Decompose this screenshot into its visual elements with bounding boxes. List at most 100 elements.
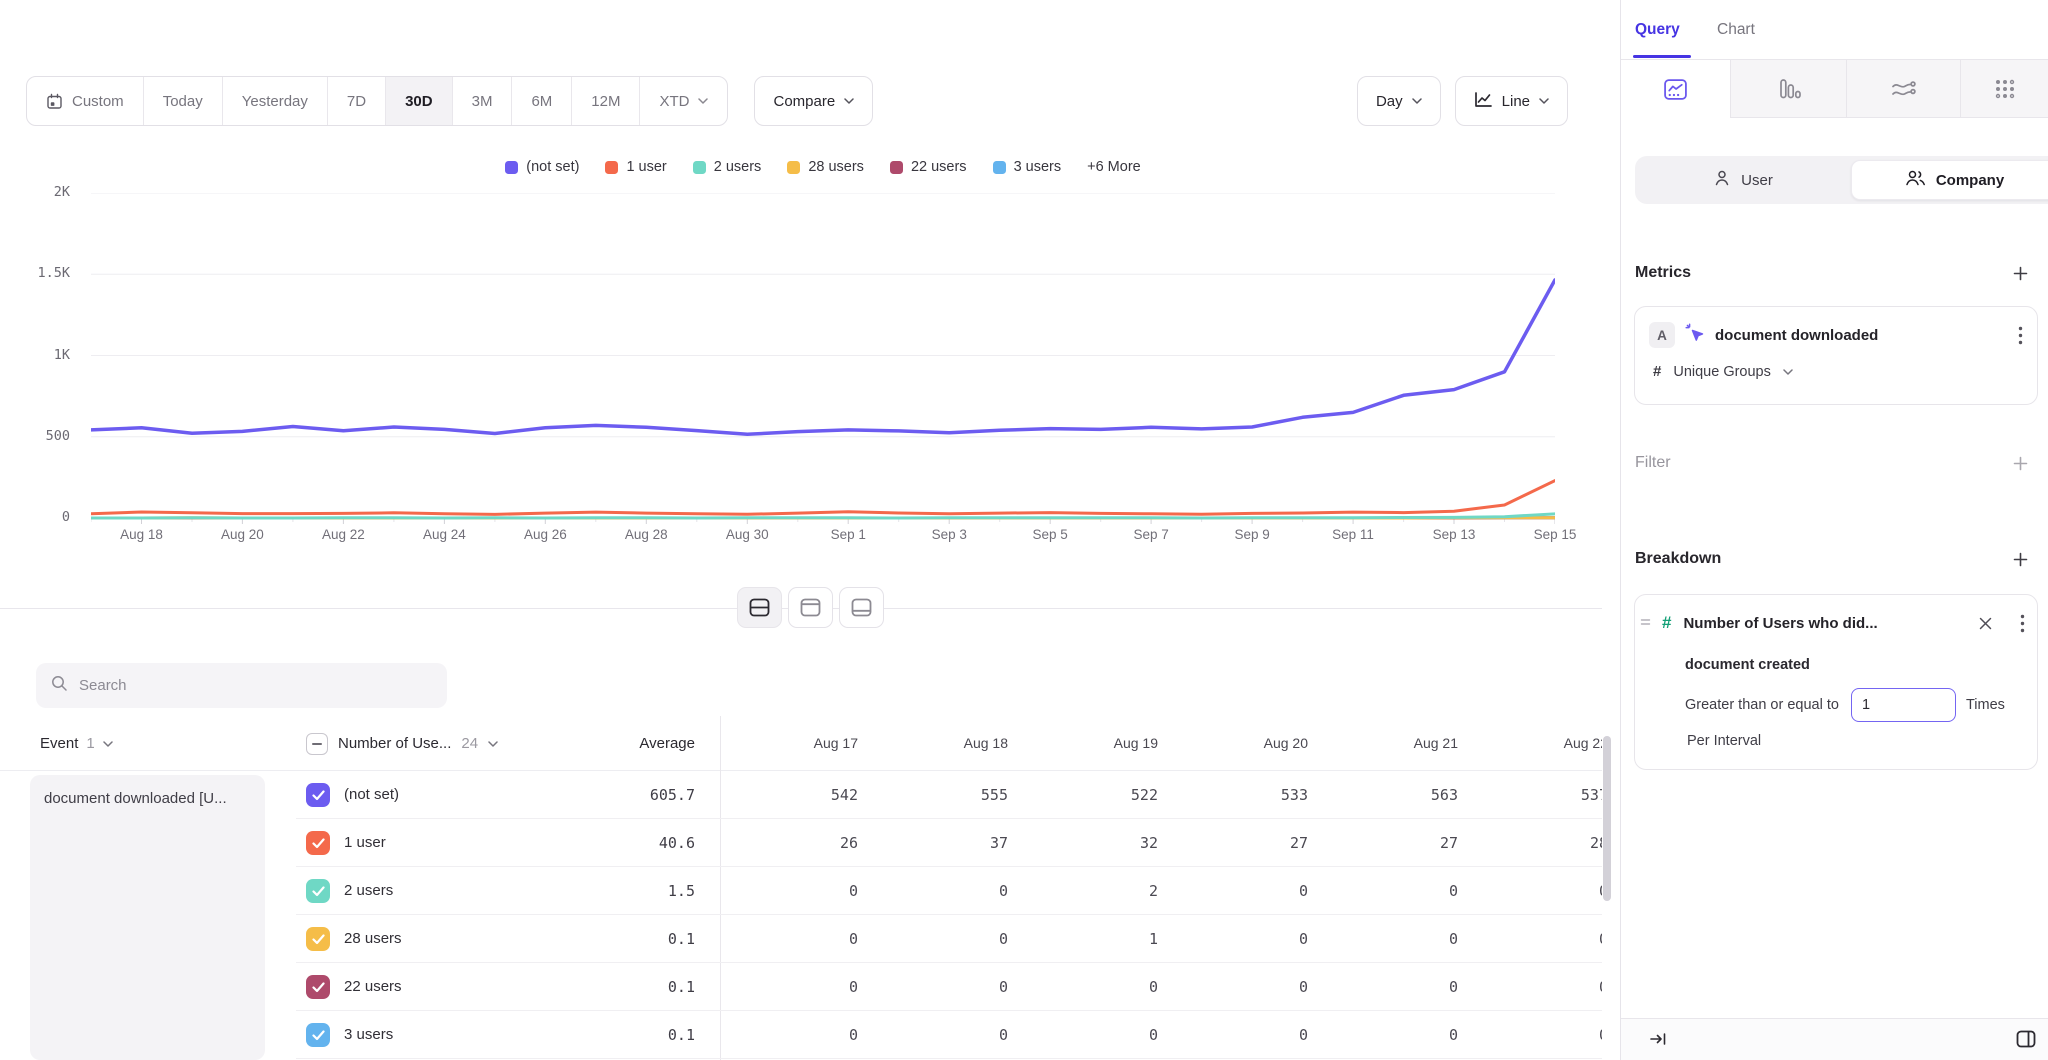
chart-type-line-tab[interactable] xyxy=(1621,60,1731,118)
add-filter-button[interactable] xyxy=(2013,456,2028,471)
legend-item[interactable]: 1 user xyxy=(605,159,666,175)
legend-label: (not set) xyxy=(526,159,579,175)
search-input[interactable] xyxy=(79,677,419,694)
add-breakdown-button[interactable] xyxy=(2013,552,2028,567)
layout-split-button[interactable] xyxy=(737,587,782,628)
legend-label: 3 users xyxy=(1014,159,1062,175)
y-tick-label: 2K xyxy=(54,184,70,200)
metric-badge: A xyxy=(1649,322,1675,348)
entity-option-user[interactable]: User xyxy=(1635,156,1851,204)
collapse-sidebar-icon[interactable] xyxy=(1649,1031,1667,1047)
table-row[interactable]: 1 user40.6263732272728 xyxy=(296,819,1602,867)
row-value: 0 xyxy=(708,963,858,1011)
legend-item[interactable]: (not set) xyxy=(505,159,579,175)
legend-more[interactable]: +6 More xyxy=(1087,159,1141,175)
breakdown-condition-row: Greater than or equal to Times xyxy=(1685,687,2027,723)
tab-query[interactable]: Query xyxy=(1635,0,1680,60)
per-interval-label[interactable]: Per Interval xyxy=(1687,733,1761,749)
drag-handle-icon[interactable] xyxy=(1640,614,1651,632)
row-value: 563 xyxy=(1308,771,1458,819)
row-checkbox[interactable] xyxy=(306,927,330,951)
x-tick-label: Aug 24 xyxy=(404,527,484,542)
user-icon xyxy=(1713,169,1731,191)
table-row[interactable]: 22 users0.1000000 xyxy=(296,963,1602,1011)
legend-item[interactable]: 2 users xyxy=(693,159,762,175)
interval-label: Day xyxy=(1376,93,1403,110)
metrics-section-header: Metrics xyxy=(1635,262,2028,284)
range-7d[interactable]: 7D xyxy=(328,77,386,125)
row-value: 533 xyxy=(1158,771,1308,819)
table-row[interactable]: 2 users1.5002000 xyxy=(296,867,1602,915)
condition-value-input[interactable] xyxy=(1851,688,1956,722)
search-icon xyxy=(50,674,68,697)
x-tick-label: Aug 20 xyxy=(202,527,282,542)
row-value: 522 xyxy=(1008,771,1158,819)
metric-event-name[interactable]: document downloaded xyxy=(1715,327,1878,344)
breakdown-heading: Breakdown xyxy=(1635,550,1721,568)
row-checkbox[interactable] xyxy=(306,879,330,903)
range-30d[interactable]: 30D xyxy=(386,77,453,125)
close-icon[interactable] xyxy=(1979,617,1992,630)
condition-label[interactable]: Greater than or equal to xyxy=(1685,697,1839,713)
interval-dropdown[interactable]: Day xyxy=(1357,76,1441,126)
chevron-down-icon xyxy=(1539,98,1549,104)
row-label: (not set) xyxy=(344,771,399,819)
row-checkbox[interactable] xyxy=(306,783,330,807)
panel-toggle-icon[interactable] xyxy=(2016,1030,2036,1048)
row-value: 537 xyxy=(1458,771,1602,819)
table-row[interactable]: 3 users0.1000000 xyxy=(296,1011,1602,1059)
calendar-icon xyxy=(46,93,63,110)
x-tick-label: Sep 9 xyxy=(1212,527,1292,542)
legend-swatch xyxy=(693,161,706,174)
event-column-header[interactable]: Event 1 xyxy=(40,716,113,771)
chart-type-dropdown[interactable]: Line xyxy=(1455,76,1568,126)
row-value: 28 xyxy=(1458,819,1602,867)
chart-type-bar-tab[interactable] xyxy=(1731,60,1847,118)
range-3m[interactable]: 3M xyxy=(453,77,513,125)
metric-aggregation[interactable]: # Unique Groups xyxy=(1653,363,1793,380)
range-yesterday[interactable]: Yesterday xyxy=(223,77,328,125)
tab-chart[interactable]: Chart xyxy=(1717,0,1755,60)
table-scrollbar[interactable] xyxy=(1603,736,1611,901)
y-axis-labels: 05001K1.5K2K xyxy=(0,193,70,518)
x-tick-label: Sep 13 xyxy=(1414,527,1494,542)
people-icon xyxy=(1905,169,1926,191)
table-row[interactable]: (not set)605.7542555522533563537 xyxy=(296,771,1602,819)
range-xtd[interactable]: XTD xyxy=(640,77,727,125)
breakdown-event-name[interactable]: document created xyxy=(1685,657,1810,673)
chart-type-more-tab[interactable] xyxy=(1961,60,2048,118)
range-today[interactable]: Today xyxy=(144,77,223,125)
chart-type-tabs xyxy=(1621,60,2048,118)
compare-button[interactable]: Compare xyxy=(754,76,873,126)
range-12m[interactable]: 12M xyxy=(572,77,640,125)
compare-label: Compare xyxy=(773,93,835,110)
range-6m[interactable]: 6M xyxy=(512,77,572,125)
kebab-menu-icon[interactable] xyxy=(2016,324,2025,347)
date-column-header: Aug 21 xyxy=(1308,716,1458,771)
x-tick-label: Sep 7 xyxy=(1111,527,1191,542)
breakdown-table-panel: Event 1 Number of Use... 24 Average Aug … xyxy=(0,608,1602,1060)
row-value: 0 xyxy=(708,867,858,915)
row-checkbox[interactable] xyxy=(306,831,330,855)
date-range-group: CustomTodayYesterday7D30D3M6M12MXTD xyxy=(26,76,728,126)
breakdown-section-header: Breakdown xyxy=(1635,548,2028,570)
group-column-header: Number of Use... 24 xyxy=(306,716,498,771)
row-checkbox[interactable] xyxy=(306,1023,330,1047)
legend-item[interactable]: 3 users xyxy=(993,159,1062,175)
legend-item[interactable]: 28 users xyxy=(787,159,864,175)
range-custom[interactable]: Custom xyxy=(27,77,144,125)
layout-top-button[interactable] xyxy=(788,587,833,628)
row-value: 555 xyxy=(858,771,1008,819)
x-tick-label: Aug 26 xyxy=(505,527,585,542)
kebab-menu-icon[interactable] xyxy=(2020,614,2025,633)
table-row[interactable]: 28 users0.1001000 xyxy=(296,915,1602,963)
row-checkbox[interactable] xyxy=(306,975,330,999)
select-all-checkbox[interactable] xyxy=(306,733,328,755)
breakdown-card: # Number of Users who did... document cr… xyxy=(1634,594,2038,770)
entity-option-company[interactable]: Company xyxy=(1851,160,2048,200)
layout-bottom-button[interactable] xyxy=(839,587,884,628)
chevron-down-icon xyxy=(1412,98,1422,104)
add-metric-button[interactable] xyxy=(2013,266,2028,281)
chart-type-flow-tab[interactable] xyxy=(1847,60,1961,118)
legend-item[interactable]: 22 users xyxy=(890,159,967,175)
